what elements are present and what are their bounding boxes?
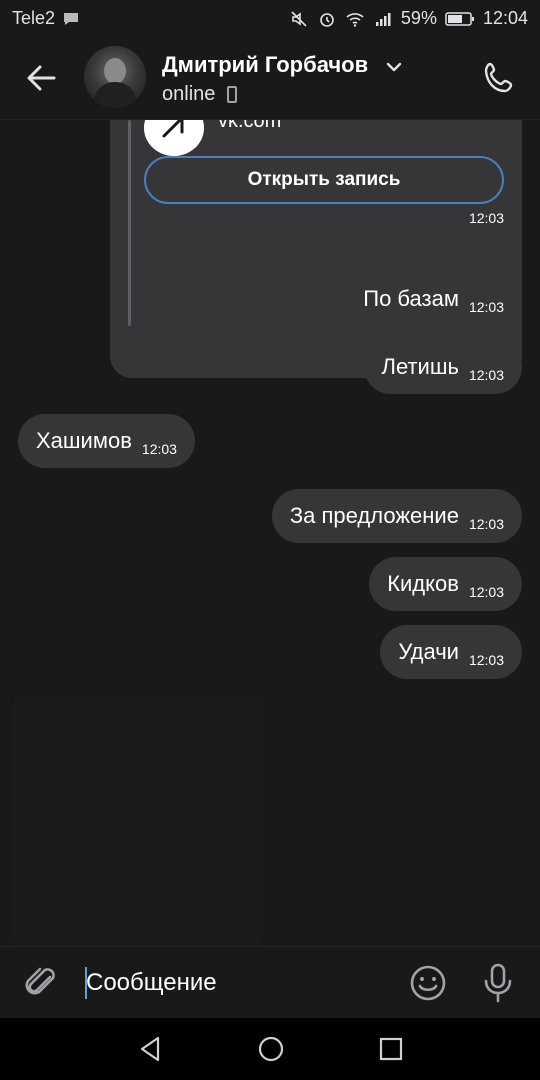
message-text: Хашимов [36,428,132,453]
contact-status: online [162,83,238,106]
system-nav-bar [0,1018,540,1080]
microphone-icon[interactable] [478,961,518,1005]
battery-percent: 59% [400,8,437,28]
message-text: За предложение [289,503,459,528]
chat-header: Дмитрий Горбачов online [0,38,540,120]
carrier-label: Tele2 [12,8,56,28]
nav-back-icon[interactable] [136,1034,166,1064]
message-bubble-icon [64,12,79,25]
phone-icon[interactable] [480,58,520,98]
nav-home-icon[interactable] [256,1034,286,1064]
message-time: 12:03 [468,516,504,532]
clock: 12:04 [482,8,528,28]
battery-icon [445,11,474,26]
signal-icon [375,12,391,26]
external-link-icon [144,120,204,156]
avatar[interactable] [84,46,146,108]
message-bubble[interactable]: Хашимов 12:03 [18,414,195,468]
message-list[interactable]: vk.com Открыть запись 12:03 По базам 12:… [0,120,540,946]
message-time: 12:03 [468,210,504,226]
link-domain[interactable]: vk.com [218,120,281,133]
wifi-icon [346,12,364,27]
message-time: 12:03 [468,652,504,668]
message-bubble[interactable]: Кидков 12:03 [369,557,522,611]
message-composer [0,946,540,1018]
message-input[interactable] [86,961,386,1005]
message-bubble[interactable]: Летишь 12:03 [363,340,522,394]
open-post-button[interactable]: Открыть запись [144,156,504,204]
quote-bar [128,120,131,326]
chevron-down-icon[interactable] [385,58,403,76]
message-text: Кидков [387,571,459,596]
emoji-icon[interactable] [408,963,448,1003]
message-bubble[interactable]: За предложение 12:03 [271,489,522,543]
status-bar: Tele2 59% 12:04 [0,0,540,38]
message-bubble[interactable]: Удачи 12:03 [380,625,522,679]
back-arrow-icon[interactable] [22,58,62,98]
empty-area [14,696,260,946]
mute-icon [291,10,307,27]
alarm-icon [320,12,334,27]
message-time: 12:03 [468,367,504,383]
paperclip-icon[interactable] [22,963,62,1003]
message-text: Удачи [398,639,459,664]
contact-name[interactable]: Дмитрий Горбачов [162,52,368,78]
message-time: 12:03 [468,584,504,600]
mobile-device-icon [227,86,238,103]
avatar-body [94,82,136,108]
avatar-face [104,58,126,84]
message-text: По базам [363,286,459,311]
message-bubble[interactable]: По базам 12:03 [345,272,522,326]
message-text: Летишь [381,354,459,379]
message-time: 12:03 [468,299,504,315]
message-time: 12:03 [141,441,177,457]
online-status: online [162,83,216,105]
nav-recent-icon[interactable] [376,1034,406,1064]
